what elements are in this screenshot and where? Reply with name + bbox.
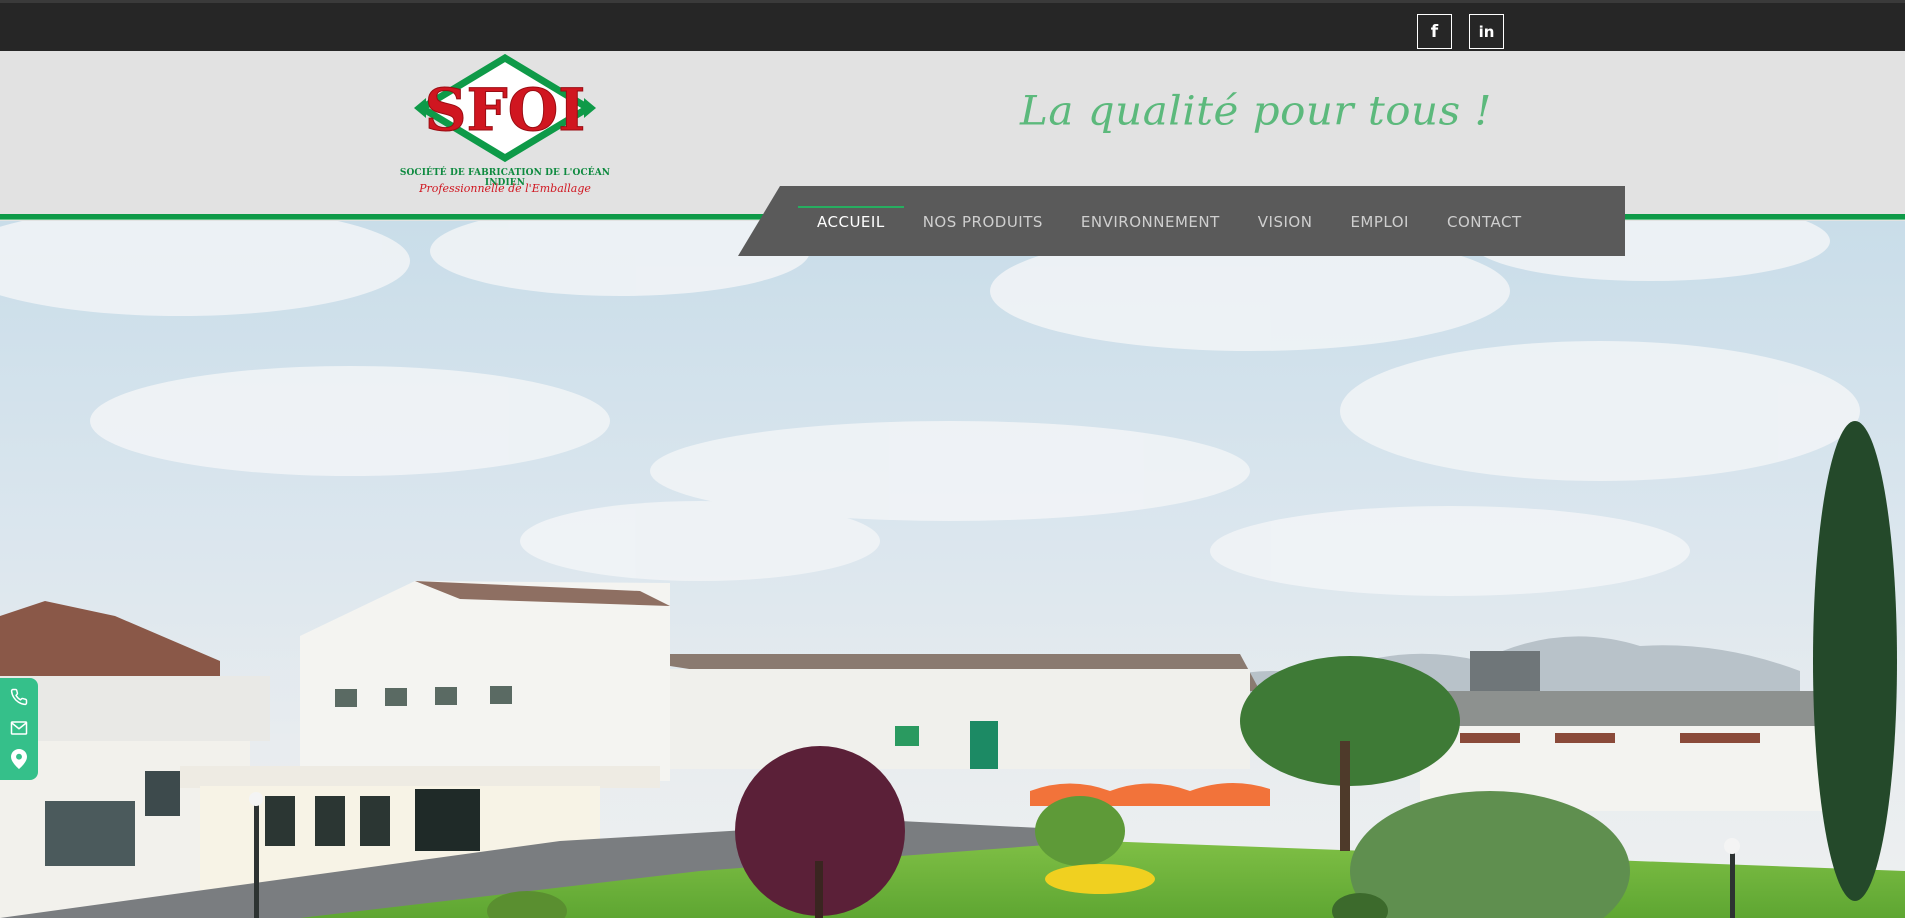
mail-icon[interactable]	[8, 717, 30, 739]
nav-item-environnement[interactable]: ENVIRONNEMENT	[1062, 186, 1239, 256]
facebook-icon[interactable]: f	[1417, 14, 1452, 49]
nav-item-emploi[interactable]: EMPLOI	[1331, 186, 1428, 256]
main-nav: ACCUEIL NOS PRODUITS ENVIRONNEMENT VISIO…	[738, 186, 1625, 256]
nav-item-accueil[interactable]: ACCUEIL	[798, 186, 904, 256]
logo-wordmark: SFOI	[425, 76, 586, 144]
location-pin-icon[interactable]	[8, 748, 30, 770]
phone-icon[interactable]	[8, 686, 30, 708]
contact-side-widget	[0, 678, 38, 780]
top-bar: f in	[0, 0, 1905, 51]
header-slogan: La qualité pour tous !	[1020, 87, 1492, 134]
nav-item-contact[interactable]: CONTACT	[1428, 186, 1541, 256]
logo-subtitle: Professionnelle de l'Emballage	[419, 182, 591, 195]
linkedin-icon[interactable]: in	[1469, 14, 1504, 49]
hero-image	[0, 221, 1905, 918]
site-logo[interactable]: SFOI SOCIÉTÉ DE FABRICATION DE L'OCÉAN I…	[386, 54, 624, 202]
logo-graphic: SFOI	[414, 54, 596, 163]
nav-item-vision[interactable]: VISION	[1239, 186, 1332, 256]
nav-item-nos-produits[interactable]: NOS PRODUITS	[904, 186, 1062, 256]
